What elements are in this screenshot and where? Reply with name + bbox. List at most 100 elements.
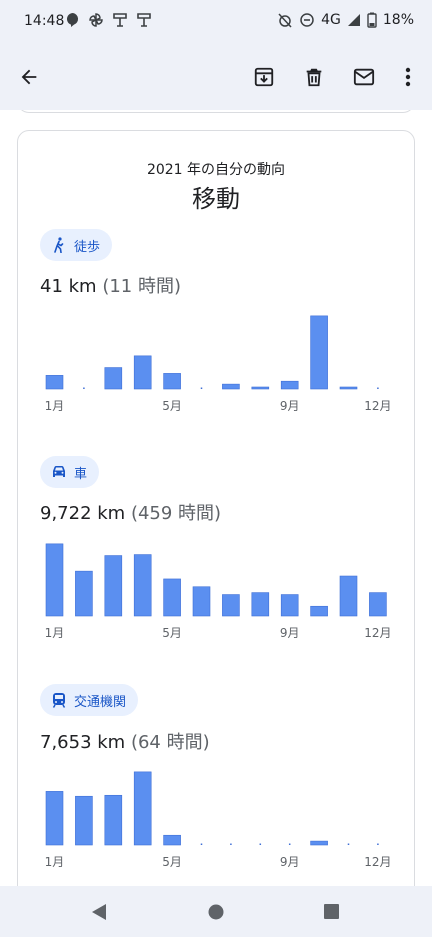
car-hours: (459 時間)	[130, 503, 222, 524]
alarm-off-icon	[278, 13, 292, 28]
trash-icon	[306, 68, 322, 87]
delete-button[interactable]	[294, 57, 334, 97]
bar-1月	[45, 791, 64, 846]
bar-5月	[163, 834, 181, 846]
bar-7月	[230, 843, 232, 845]
bar-10月	[310, 605, 328, 617]
bar-9月	[288, 843, 291, 845]
bar-4月	[133, 771, 152, 846]
walk-chip-label: 徒歩	[74, 239, 101, 255]
bar-9月	[280, 594, 299, 617]
bar-3月	[104, 794, 123, 846]
nav-home-button[interactable]	[208, 904, 224, 920]
bar-chart-svg: 1月 5月 9月 12月	[45, 543, 392, 640]
card-subtitle: 2021 年の自分の動向	[146, 162, 286, 178]
signpost-notification-icon	[113, 13, 127, 27]
mail-icon	[353, 68, 375, 86]
back-button[interactable]	[9, 57, 49, 97]
bar-9月	[280, 380, 299, 390]
nav-recents-button[interactable]	[324, 904, 339, 919]
status-time: 14:48	[24, 13, 65, 29]
bar-7月	[222, 594, 240, 617]
transit-distance: 7,653 km	[40, 732, 126, 753]
archive-button[interactable]	[244, 57, 284, 97]
bar-12月	[369, 592, 387, 617]
tick-label: 12月	[364, 626, 391, 640]
signpost-notification-icon-2	[137, 13, 151, 27]
bar-chart-svg: 1月 5月 9月 12月	[45, 771, 392, 869]
car-chart: 1月 5月 9月 12月	[40, 538, 396, 642]
bar-2月	[83, 387, 85, 389]
bar-11月	[339, 386, 358, 390]
system-icons: 4G 18%	[277, 12, 414, 28]
more-vert-icon	[405, 67, 411, 87]
do-not-disturb-icon	[300, 13, 314, 27]
tick-label: 12月	[364, 855, 391, 869]
car-icon	[50, 463, 68, 481]
mark-unread-button[interactable]	[344, 57, 384, 97]
tick-label: 9月	[280, 626, 300, 640]
bar-12月	[377, 387, 379, 389]
transit-chip: 交通機関	[40, 684, 139, 716]
tick-label: 5月	[162, 855, 182, 869]
chat-notification-icon	[67, 13, 79, 27]
email-content[interactable]: 2021 年の自分の動向 移動 徒歩 41 km (11 時間) 1月 5月 9月 1…	[0, 110, 432, 886]
network-type: 4G	[321, 12, 341, 28]
tick-label: 1月	[45, 626, 65, 640]
archive-icon	[254, 67, 274, 87]
bar-4月	[133, 355, 152, 390]
bar-5月	[163, 578, 181, 617]
bar-8月	[251, 386, 270, 390]
walk-chip: 徒歩	[40, 229, 113, 261]
bar-2月	[75, 570, 93, 617]
car-summary: 9,722 km (459 時間)	[40, 499, 221, 525]
bar-10月	[310, 315, 328, 390]
battery-icon	[367, 12, 377, 28]
walk-icon	[50, 236, 68, 254]
signal-icon	[347, 14, 360, 26]
tick-label: 5月	[162, 626, 182, 640]
bar-3月	[104, 367, 123, 390]
system-navigation-bar	[0, 886, 432, 937]
nav-back-button[interactable]	[91, 903, 107, 921]
walk-chart: 1月 5月 9月 12月	[40, 311, 396, 415]
more-options-button[interactable]	[388, 57, 428, 97]
pinwheel-notification-icon	[89, 13, 103, 27]
movement-card: 2021 年の自分の動向 移動 徒歩 41 km (11 時間) 1月 5月 9月 1…	[17, 130, 415, 886]
bar-7月	[222, 383, 240, 390]
walk-distance: 41 km	[40, 276, 97, 297]
tick-label: 1月	[45, 399, 65, 413]
tick-label: 5月	[162, 399, 182, 413]
bar-6月	[192, 586, 211, 617]
transit-summary: 7,653 km (64 時間)	[40, 728, 210, 754]
tick-label: 9月	[280, 399, 300, 413]
tick-label: 1月	[45, 855, 65, 869]
bar-11月	[347, 843, 350, 845]
app-bar	[0, 44, 432, 110]
bar-11月	[339, 575, 358, 617]
card-title: 移動	[192, 185, 240, 213]
bar-1月	[45, 543, 64, 617]
tick-label: 12月	[364, 399, 391, 413]
bar-2月	[75, 795, 93, 846]
bar-6月	[200, 843, 203, 845]
bar-3月	[104, 555, 123, 617]
walk-summary: 41 km (11 時間)	[40, 272, 181, 298]
bar-6月	[200, 387, 203, 389]
bar-8月	[259, 843, 262, 845]
transit-icon	[50, 691, 68, 709]
status-bar: 14:48 4G 18%	[0, 0, 432, 44]
notification-icons	[66, 12, 152, 28]
transit-hours: (64 時間)	[130, 732, 210, 753]
battery-level: 18%	[382, 12, 414, 28]
bar-12月	[377, 843, 379, 845]
bar-10月	[310, 840, 328, 846]
previous-card-edge	[17, 110, 415, 113]
walk-hours: (11 時間)	[102, 276, 181, 297]
bar-5月	[163, 373, 181, 390]
bar-8月	[251, 592, 270, 617]
arrow-back-icon	[21, 69, 37, 85]
car-chip-label: 車	[74, 466, 88, 482]
transit-chip-label: 交通機関	[74, 694, 127, 710]
bar-4月	[133, 554, 152, 617]
